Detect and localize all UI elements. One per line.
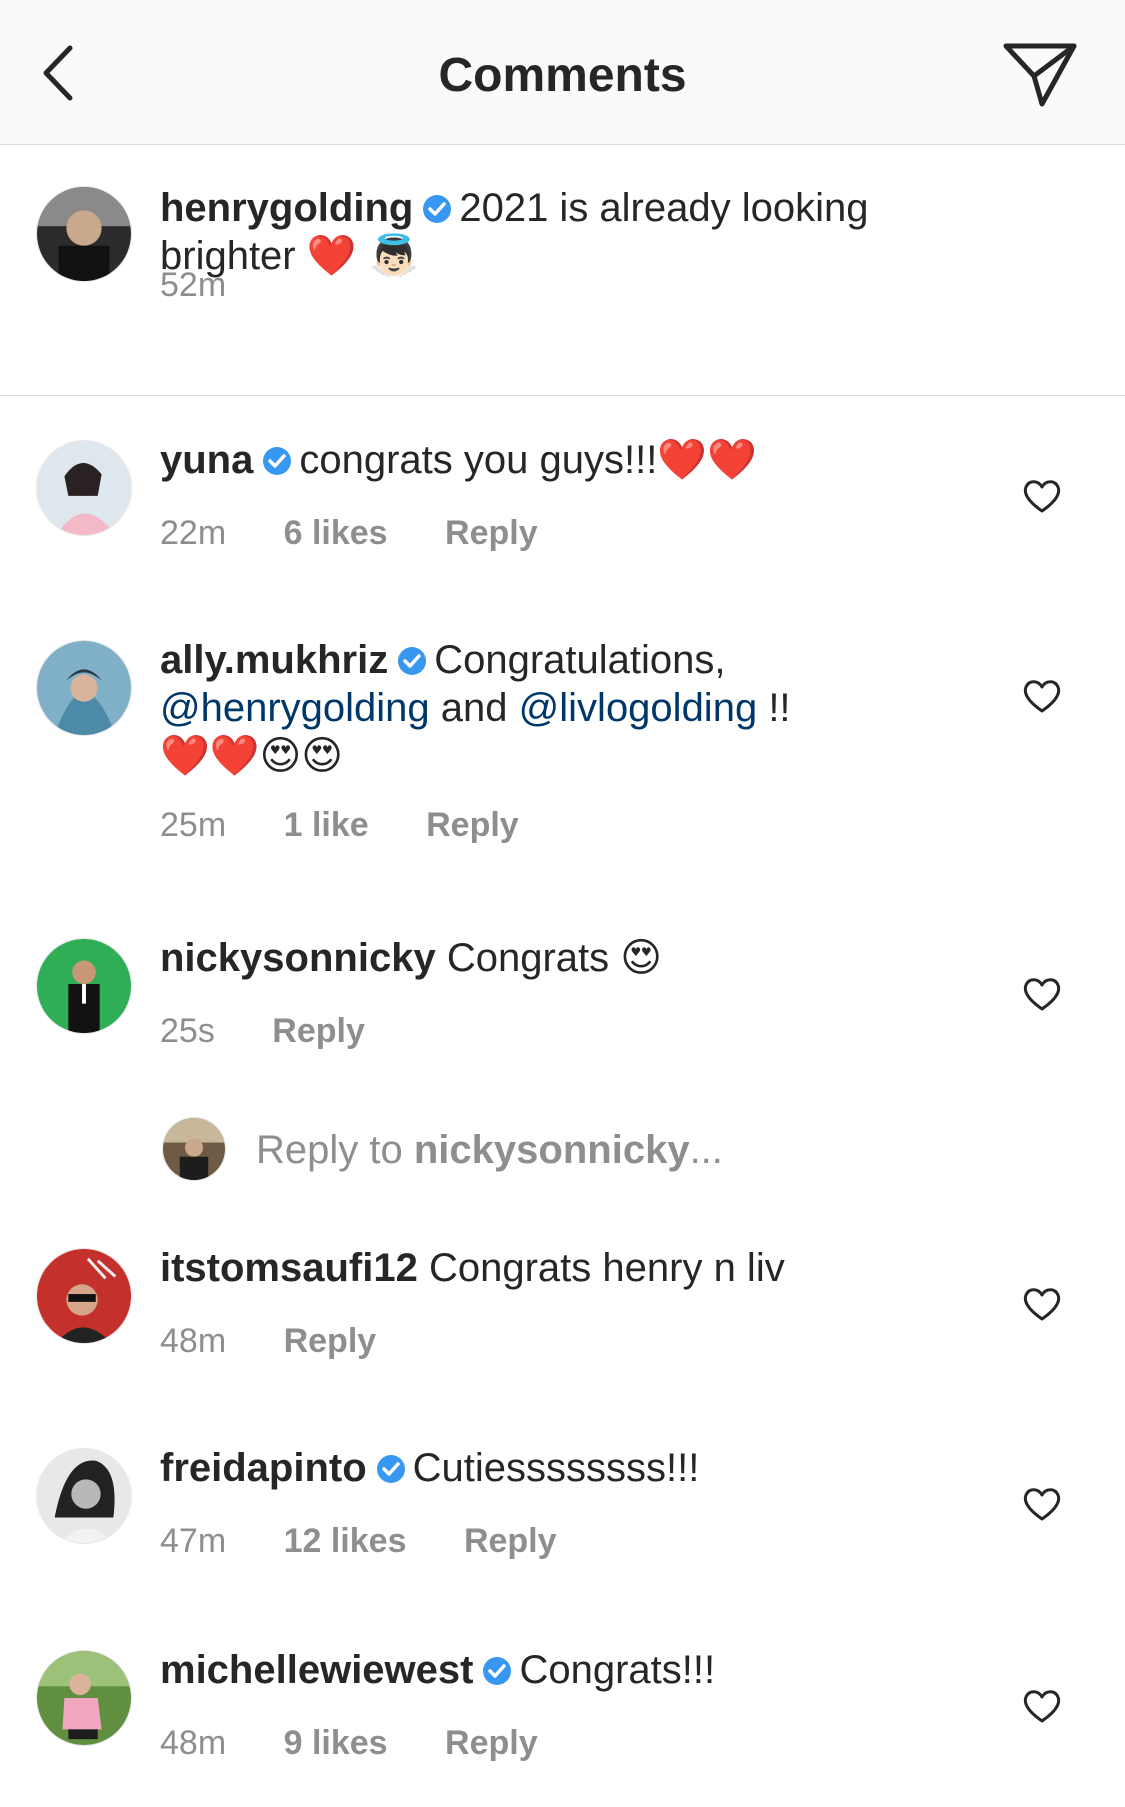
heart-icon[interactable] (1022, 1286, 1062, 1322)
heart-icon[interactable] (1022, 1486, 1062, 1522)
comment-meta: 48m Reply (160, 1322, 424, 1361)
avatar (162, 1117, 226, 1181)
comment-message: Congrats (446, 936, 610, 980)
verified-badge-icon (398, 647, 427, 675)
comment-meta: 25s Reply (160, 1012, 413, 1051)
username[interactable]: ally.mukhriz (160, 638, 388, 682)
verified-badge-icon (483, 1657, 512, 1685)
reply-button[interactable]: Reply (445, 514, 538, 552)
avatar[interactable] (36, 1650, 132, 1746)
username[interactable]: michellewiewest (160, 1648, 473, 1692)
comment-message: and (440, 686, 508, 730)
comment-text: michellewiewest Congrats!!! (160, 1646, 1010, 1694)
likes-count[interactable]: 1 like (284, 806, 369, 844)
caption-meta: 52m (160, 266, 274, 305)
timestamp: 47m (160, 1522, 227, 1560)
comment-message: Congrats!!! (519, 1648, 716, 1692)
emoji-hearts-eyes: ❤️❤️😍😍 (160, 733, 344, 779)
emoji-heart-angel: ❤️ 👼🏻 (306, 233, 420, 279)
comment-text: nickysonnicky Congrats 😍 (160, 934, 1010, 982)
avatar[interactable] (36, 640, 132, 736)
comment-meta: 47m 12 likes Reply (160, 1522, 605, 1561)
timestamp: 48m (160, 1724, 227, 1762)
timestamp: 52m (160, 266, 227, 304)
mention-link[interactable]: @henrygolding (160, 686, 430, 730)
emoji-heart-eyes: 😍 (620, 935, 662, 981)
comment-text: freidapinto Cutiessssssss!!! (160, 1444, 1010, 1492)
verified-badge-icon (263, 447, 292, 475)
mention-link[interactable]: @livlogolding (519, 686, 758, 730)
comment-text: yuna congrats you guys!!!❤️❤️ (160, 436, 1010, 484)
comment-message: Congratulations, (434, 638, 726, 682)
reply-prompt-target: nickysonnicky (413, 1128, 690, 1172)
username[interactable]: nickysonnicky (160, 936, 436, 980)
likes-count[interactable]: 6 likes (284, 514, 388, 552)
comment-message: Congrats henry n liv (428, 1246, 785, 1290)
post-caption: henrygolding 2021 is already looking brig… (0, 146, 1125, 396)
comment-message: congrats you guys!!! (299, 438, 658, 482)
avatar[interactable] (36, 1448, 132, 1544)
avatar[interactable] (36, 186, 132, 282)
reply-prompt-suffix: ... (689, 1128, 723, 1172)
reply-button[interactable]: Reply (464, 1522, 557, 1560)
heart-icon[interactable] (1022, 478, 1062, 514)
heart-icon[interactable] (1022, 678, 1062, 714)
comment-message: !! (768, 686, 791, 730)
username[interactable]: freidapinto (160, 1446, 367, 1490)
page-title: Comments (438, 49, 687, 102)
reply-prompt-text[interactable]: Reply to nickysonnicky... (256, 1128, 723, 1173)
avatar[interactable] (36, 938, 132, 1034)
reply-prompt[interactable] (162, 1117, 226, 1181)
timestamp: 25m (160, 806, 227, 844)
reply-button[interactable]: Reply (426, 806, 519, 844)
heart-icon[interactable] (1022, 976, 1062, 1012)
verified-badge-icon (376, 1455, 405, 1483)
avatar[interactable] (36, 1248, 132, 1344)
comment-meta: 48m 9 likes Reply (160, 1724, 586, 1763)
paper-plane-icon[interactable] (1002, 40, 1078, 110)
reply-button[interactable]: Reply (445, 1724, 538, 1762)
reply-button[interactable]: Reply (284, 1322, 377, 1360)
username[interactable]: yuna (160, 438, 253, 482)
comment-meta: 22m 6 likes Reply (160, 514, 586, 553)
avatar[interactable] (36, 440, 132, 536)
comment-meta: 25m 1 like Reply (160, 806, 567, 845)
timestamp: 48m (160, 1322, 227, 1360)
comment-text: ally.mukhriz Congratulations, @henrygoldi… (160, 636, 1010, 780)
timestamp: 25s (160, 1012, 215, 1050)
comment-message: Cutiessssssss!!! (412, 1446, 700, 1490)
likes-count[interactable]: 9 likes (284, 1724, 388, 1762)
reply-button[interactable]: Reply (272, 1012, 365, 1050)
header-bar: Comments (0, 0, 1125, 145)
likes-count[interactable]: 12 likes (284, 1522, 407, 1560)
username[interactable]: itstomsaufi12 (160, 1246, 418, 1290)
username[interactable]: henrygolding (160, 186, 413, 230)
heart-icon[interactable] (1022, 1688, 1062, 1724)
verified-badge-icon (423, 195, 452, 223)
timestamp: 22m (160, 514, 227, 552)
emoji-hearts: ❤️❤️ (657, 437, 757, 483)
reply-prompt-prefix: Reply to (256, 1128, 403, 1172)
caption-text: henrygolding 2021 is already looking brig… (160, 184, 1010, 280)
comment-text: itstomsaufi12 Congrats henry n liv (160, 1244, 1010, 1292)
